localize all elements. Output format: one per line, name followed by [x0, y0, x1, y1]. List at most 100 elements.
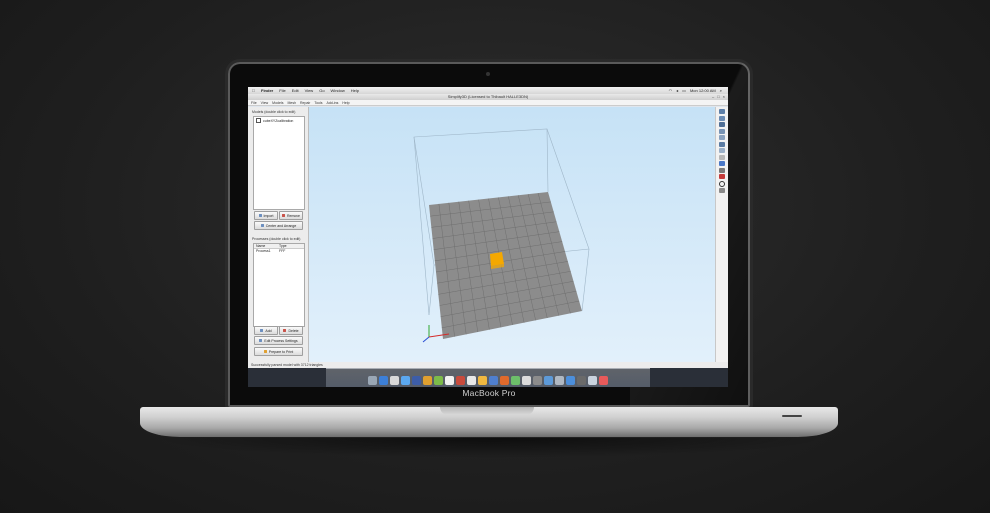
base-shadow: [150, 438, 830, 458]
app-menubar: File View Models Mesh Repair Tools Add-i…: [248, 100, 728, 106]
color-icon[interactable]: [719, 174, 725, 179]
dock-app-icon[interactable]: [423, 376, 432, 385]
dock-app-icon[interactable]: [390, 376, 399, 385]
import-label: Import: [263, 213, 274, 218]
dock-app-icon[interactable]: [434, 376, 443, 385]
dock-app-icon[interactable]: [456, 376, 465, 385]
battery-icon[interactable]: ▭: [682, 88, 686, 93]
app-menu-help[interactable]: Help: [342, 100, 349, 105]
spotlight-icon[interactable]: ⌕: [720, 88, 722, 93]
dock-app-icon[interactable]: [522, 376, 531, 385]
remove-button[interactable]: Remove: [279, 211, 303, 220]
delete-process-button[interactable]: Delete: [279, 326, 303, 335]
move-icon[interactable]: [719, 161, 725, 166]
column-name: Name: [256, 244, 266, 248]
app-menu-repair[interactable]: Repair: [300, 100, 310, 105]
process-type: FFF: [279, 249, 286, 253]
models-list[interactable]: cubeXYZcalibration: [253, 116, 305, 210]
dock-app-icon[interactable]: [511, 376, 520, 385]
table-row[interactable]: Process1 FFF: [254, 249, 304, 253]
view-top-icon[interactable]: [719, 141, 725, 147]
dock-app-icon[interactable]: [368, 376, 377, 385]
view-toolbar: [715, 107, 728, 364]
mac-menubar:  Finder File Edit View Go Window Help ◠…: [248, 87, 728, 94]
add-label: Add: [265, 328, 272, 333]
checkbox[interactable]: [256, 118, 261, 123]
edit-settings-label: Edit Process Settings: [264, 338, 298, 343]
wifi-icon[interactable]: ◠: [669, 88, 673, 93]
menubar-edit[interactable]: Edit: [292, 88, 299, 93]
sleep-indicator: [782, 415, 802, 417]
view-back-icon[interactable]: [719, 122, 725, 127]
volume-icon[interactable]: ◂: [676, 88, 678, 93]
3d-viewport[interactable]: [309, 107, 716, 362]
menubar-view[interactable]: View: [305, 88, 314, 93]
view-front-icon[interactable]: [719, 115, 725, 121]
dock-app-icon[interactable]: [445, 376, 454, 385]
menubar-help[interactable]: Help: [351, 88, 359, 93]
delete-icon: [283, 329, 287, 332]
cross-section-icon[interactable]: [719, 154, 725, 160]
menubar-go[interactable]: Go: [319, 88, 324, 93]
process-name: Process1: [256, 249, 271, 253]
measure-icon[interactable]: [719, 167, 725, 173]
processes-panel-label: Processes (double click to edit): [252, 237, 301, 241]
prepare-to-print-button[interactable]: Prepare to Print: [254, 347, 303, 356]
settings-icon: [259, 339, 263, 342]
remove-label: Remove: [286, 213, 301, 218]
models-panel-label: Models (double click to edit): [252, 110, 296, 114]
menubar-clock[interactable]: Mon 12:00 AM: [690, 88, 716, 93]
dock-app-icon[interactable]: [478, 376, 487, 385]
print-icon: [263, 350, 267, 353]
menubar-app-name[interactable]: Finder: [261, 88, 273, 93]
menubar-window[interactable]: Window: [331, 88, 345, 93]
build-volume-view: [413, 128, 590, 343]
app-menu-mesh[interactable]: Mesh: [287, 100, 296, 105]
dock: [326, 368, 650, 387]
dock-app-icon[interactable]: [544, 376, 553, 385]
app-menu-addins[interactable]: Add-ins: [327, 100, 339, 105]
circle-icon[interactable]: [719, 180, 725, 187]
app-menu-view[interactable]: View: [261, 100, 269, 105]
left-panel: Models (double click to edit) cubeXYZcal…: [248, 107, 309, 362]
view-left-icon[interactable]: [719, 128, 725, 134]
remove-icon: [281, 214, 285, 217]
list-item[interactable]: cubeXYZcalibration: [254, 117, 304, 124]
dock-app-icon[interactable]: [489, 376, 498, 385]
dock-app-icon[interactable]: [566, 376, 575, 385]
import-button[interactable]: Import: [254, 211, 278, 220]
app-menu-tools[interactable]: Tools: [314, 100, 322, 105]
menubar-file[interactable]: File: [279, 88, 285, 93]
add-process-button[interactable]: Add: [254, 326, 278, 335]
column-type: Type: [279, 244, 287, 248]
window-title: Simplify3D (Licensed to Thibault HALLE3D…: [447, 94, 529, 99]
center-arrange-button[interactable]: Center and Arrange: [254, 221, 303, 230]
model-name: cubeXYZcalibration: [263, 118, 294, 123]
app-menu-file[interactable]: File: [251, 100, 257, 105]
dock-app-icon[interactable]: [467, 376, 476, 385]
dock-app-icon[interactable]: [533, 376, 542, 385]
screen:  Finder File Edit View Go Window Help ◠…: [248, 87, 728, 387]
import-icon: [258, 214, 262, 217]
view-right-icon[interactable]: [719, 135, 725, 140]
lid-notch: [440, 407, 534, 415]
edit-process-settings-button[interactable]: Edit Process Settings: [254, 336, 303, 345]
view-bottom-icon[interactable]: [719, 148, 725, 153]
settings-icon[interactable]: [719, 188, 725, 193]
dock-app-icon[interactable]: [412, 376, 421, 385]
dock-app-icon[interactable]: [588, 376, 597, 385]
apple-icon[interactable]: : [252, 88, 255, 93]
view-iso-icon[interactable]: [719, 109, 725, 114]
delete-label: Delete: [288, 328, 299, 333]
dock-app-icon[interactable]: [500, 376, 509, 385]
app-menu-models[interactable]: Models: [272, 100, 283, 105]
processes-table[interactable]: Name Type Process1 FFF: [253, 243, 305, 327]
model-cube[interactable]: [490, 252, 504, 269]
dock-app-icon[interactable]: [401, 376, 410, 385]
prepare-label: Prepare to Print: [268, 349, 294, 354]
dock-app-icon[interactable]: [599, 376, 608, 385]
device-model-label: MacBook Pro: [462, 388, 516, 398]
dock-app-icon[interactable]: [379, 376, 388, 385]
dock-app-icon[interactable]: [577, 376, 586, 385]
dock-app-icon[interactable]: [555, 376, 564, 385]
